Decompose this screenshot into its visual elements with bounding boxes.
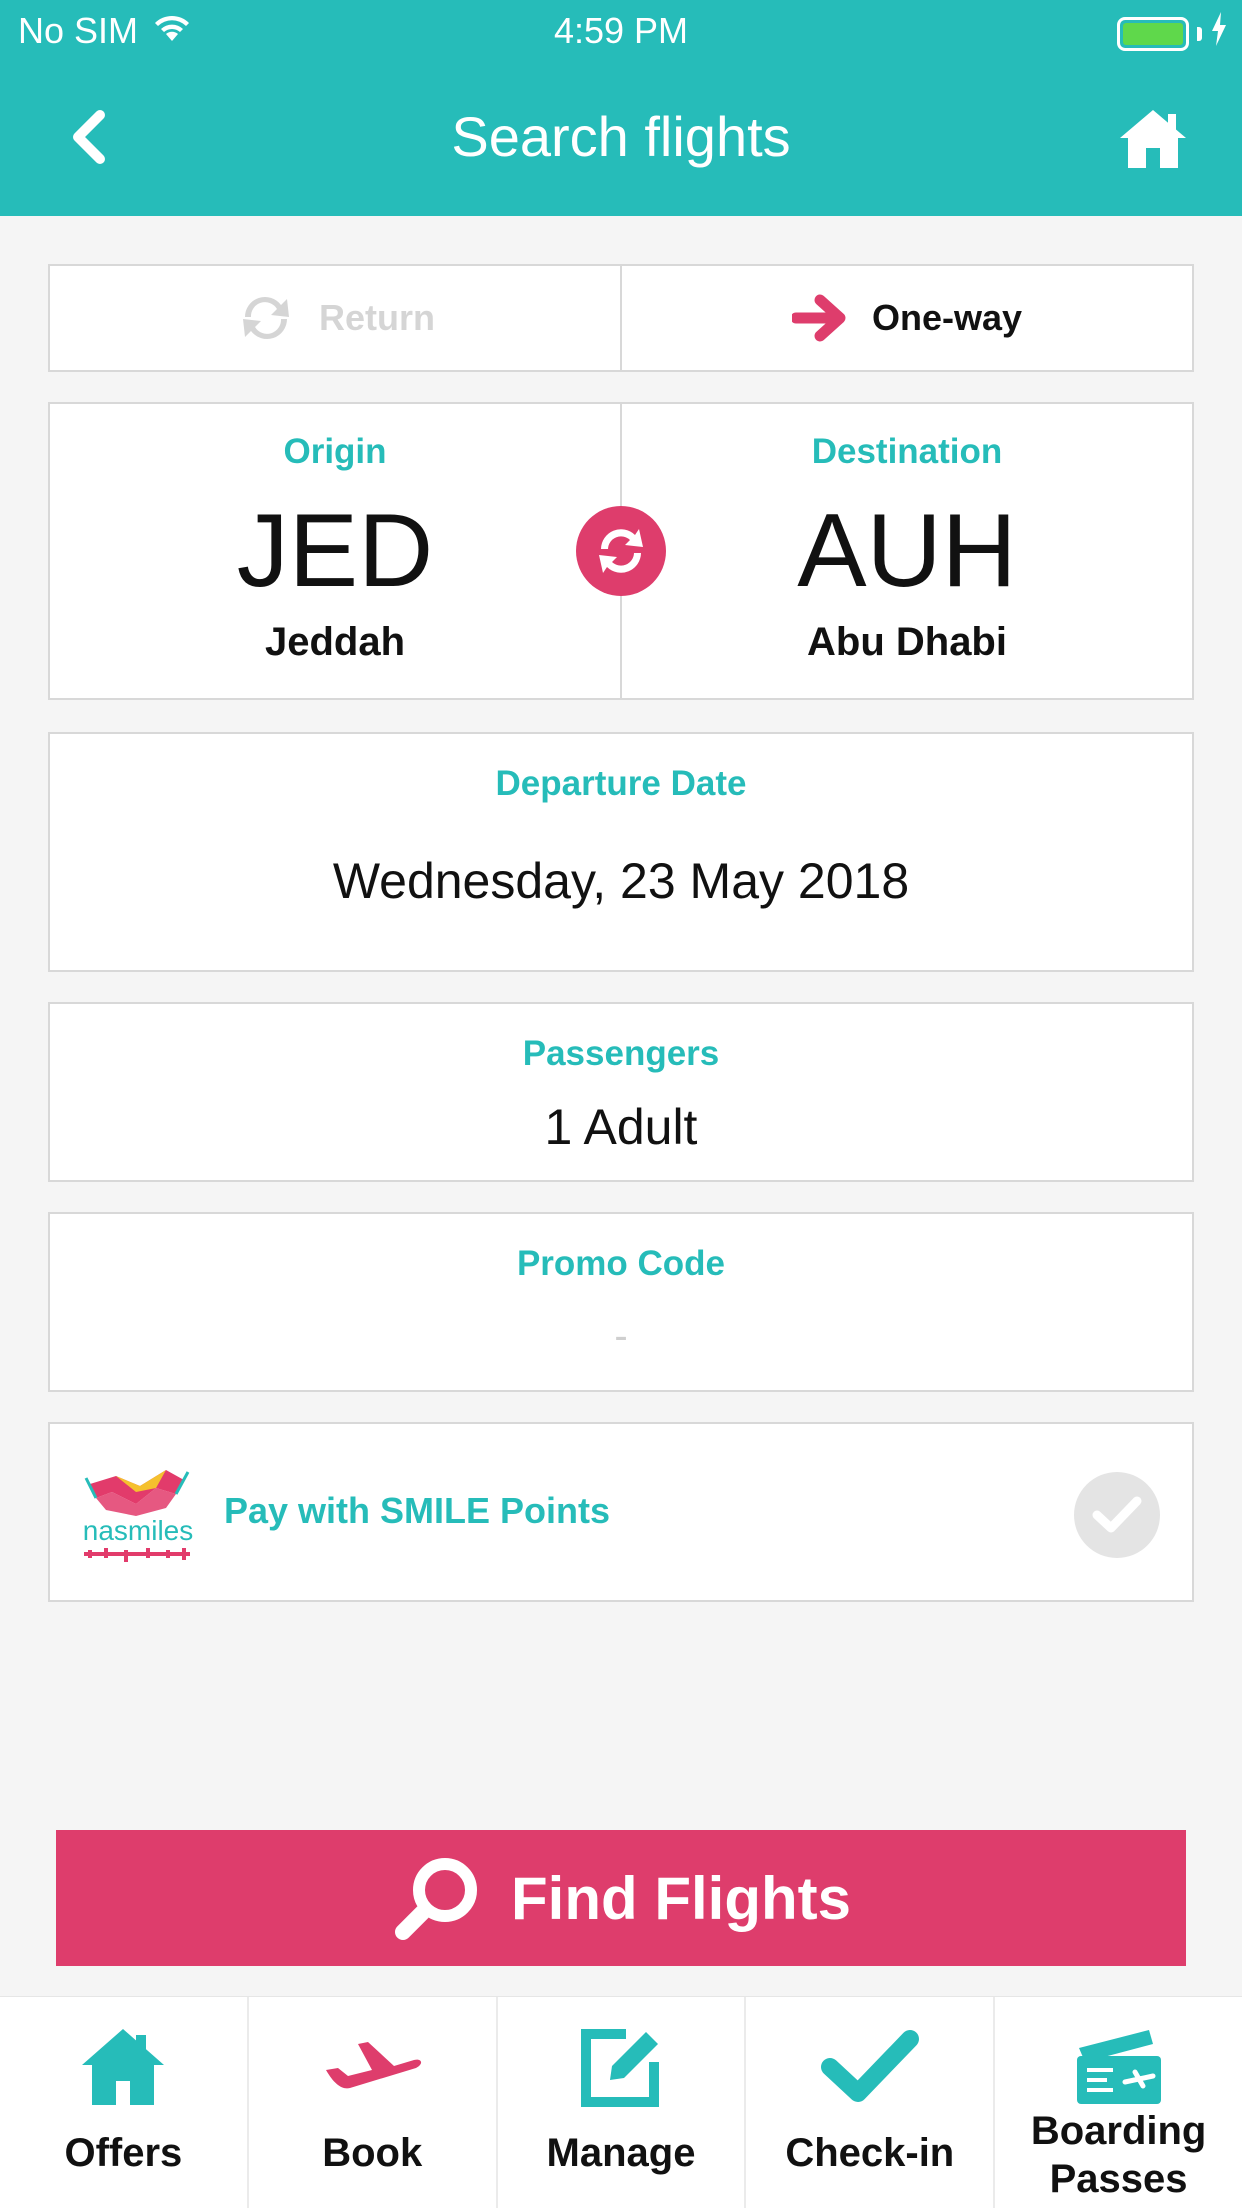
search-icon (395, 1858, 478, 1940)
smile-points-label: Pay with SMILE Points (224, 1490, 611, 1531)
battery-icon (1117, 16, 1189, 51)
origin-field[interactable]: Origin JED Jeddah (50, 404, 620, 698)
tab-checkin-label: Check-in (785, 2131, 955, 2175)
origin-label: Origin (283, 432, 387, 471)
tab-boarding-passes[interactable]: Boarding Passes (993, 1997, 1242, 2208)
tab-manage-label: Manage (546, 2131, 696, 2175)
arrow-right-icon (791, 294, 846, 342)
oneway-label: One-way (871, 297, 1023, 338)
nav-bar: Search flights (0, 62, 1242, 216)
tab-offers-label: Offers (64, 2131, 183, 2175)
return-label: Return (319, 297, 435, 338)
promo-code-field[interactable]: Promo Code - (48, 1212, 1194, 1392)
origin-city: Jeddah (264, 620, 406, 664)
swap-icon (599, 529, 643, 573)
check-icon (1092, 1496, 1142, 1533)
bottom-tab-bar: Offers Book Manage Check-in Boarding Pas… (0, 1996, 1242, 2208)
status-time: 4:59 PM (553, 10, 689, 51)
tab-offers[interactable]: Offers (0, 1997, 247, 2208)
svg-text:nasmiles: nasmiles (83, 1515, 193, 1546)
smile-points-option[interactable]: nasmiles Pay with SMILE Points (48, 1422, 1194, 1602)
page-title: Search flights (451, 105, 791, 168)
status-right (1117, 12, 1228, 55)
edit-icon (498, 2019, 745, 2115)
promo-code-label: Promo Code (516, 1244, 726, 1283)
passengers-label: Passengers (522, 1034, 720, 1073)
passengers-field[interactable]: Passengers 1 Adult (48, 1002, 1194, 1182)
house-icon (0, 2019, 247, 2115)
destination-city: Abu Dhabi (807, 620, 1007, 664)
round-trip-icon (243, 297, 289, 339)
battery-tip (1197, 26, 1202, 41)
home-button[interactable] (1118, 106, 1188, 172)
trip-type-selector: Return One-way (48, 264, 1194, 372)
find-flights-label: Find Flights (511, 1864, 851, 1932)
tab-book[interactable]: Book (246, 1997, 496, 2208)
destination-code: AUH (797, 493, 1017, 609)
swap-route-button[interactable] (576, 506, 666, 596)
check-icon (746, 2019, 993, 2115)
tab-book-label: Book (322, 2131, 423, 2175)
tab-manage[interactable]: Manage (495, 1997, 745, 2208)
home-icon (1120, 110, 1186, 168)
plane-icon (249, 2019, 496, 2115)
smile-checkbox[interactable] (1074, 1472, 1160, 1558)
origin-code: JED (236, 493, 434, 609)
promo-code-value: - (614, 1314, 628, 1358)
destination-label: Destination (811, 432, 1003, 471)
oneway-option[interactable]: One-way (620, 266, 1192, 370)
tab-boarding-passes-label: Boarding Passes (1030, 2109, 1207, 2201)
tab-checkin[interactable]: Check-in (744, 1997, 993, 2208)
destination-field[interactable]: Destination AUH Abu Dhabi (620, 404, 1192, 698)
status-bar: No SIM 4:59 PM (0, 0, 1242, 62)
ticket-icon (995, 2019, 1242, 2115)
return-option[interactable]: Return (50, 266, 620, 370)
passengers-value: 1 Adult (544, 1099, 698, 1155)
charging-icon (1210, 12, 1228, 55)
departure-date-field[interactable]: Departure Date Wednesday, 23 May 2018 (48, 732, 1194, 972)
nasmiles-logo: nasmiles (76, 1458, 200, 1574)
departure-date-label: Departure Date (495, 764, 747, 803)
find-flights-button[interactable]: Find Flights (56, 1830, 1186, 1966)
departure-date-value: Wednesday, 23 May 2018 (332, 853, 910, 909)
app-header: No SIM 4:59 PM Search flights (0, 0, 1242, 216)
